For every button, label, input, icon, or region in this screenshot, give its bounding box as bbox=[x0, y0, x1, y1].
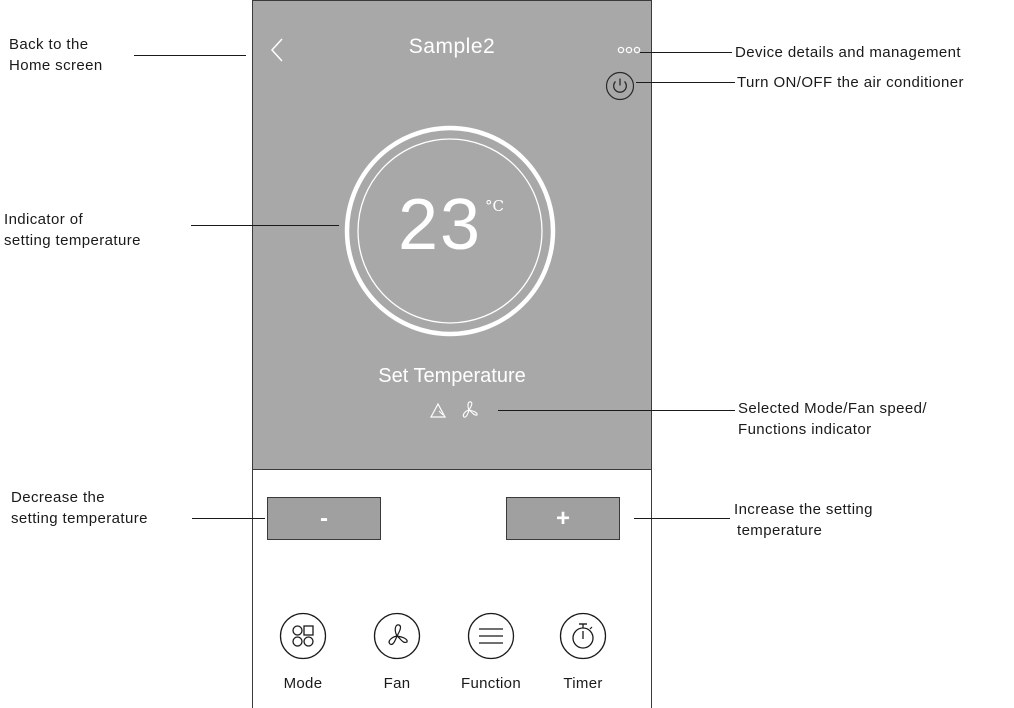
timer-button[interactable] bbox=[559, 612, 607, 660]
timer-label: Timer bbox=[563, 675, 603, 692]
mode-grid-icon bbox=[279, 612, 327, 660]
increase-leader-line bbox=[634, 518, 730, 519]
power-annotation: Turn ON/OFF the air conditioner bbox=[737, 74, 964, 91]
fan-button[interactable] bbox=[373, 612, 421, 660]
mode-triangle-icon bbox=[429, 402, 447, 418]
increase-annotation: Increase the setting temperature bbox=[734, 501, 873, 539]
fan-icon bbox=[373, 612, 421, 660]
details-annotation: Device details and management bbox=[735, 44, 961, 61]
fan-speed-icon bbox=[462, 401, 478, 418]
timer-icon bbox=[559, 612, 607, 660]
back-leader-line bbox=[134, 55, 246, 56]
fan-label: Fan bbox=[383, 675, 411, 692]
back-annotation: Back to the Home screen bbox=[9, 36, 103, 74]
temperature-panel: Sample2 23 °C Set Temperature bbox=[253, 0, 651, 470]
temperature-value: 23 bbox=[398, 185, 483, 265]
set-temperature-label: Set Temperature bbox=[378, 365, 526, 387]
power-leader-line bbox=[636, 82, 735, 83]
mode-label: Mode bbox=[283, 675, 323, 692]
phone-frame: Sample2 23 °C Set Temperature - + Mode F… bbox=[252, 0, 652, 708]
mode-button[interactable] bbox=[279, 612, 327, 660]
function-label: Function bbox=[461, 675, 521, 692]
device-title: Sample2 bbox=[408, 35, 496, 58]
more-options-icon[interactable] bbox=[617, 45, 641, 55]
decrease-leader-line bbox=[192, 518, 265, 519]
increase-temperature-button[interactable]: + bbox=[506, 497, 620, 540]
decrease-annotation: Decrease the setting temperature bbox=[11, 489, 148, 527]
mode-fan-leader-line bbox=[498, 410, 735, 411]
power-button-icon[interactable] bbox=[605, 71, 635, 101]
indicator-annotation: Indicator of setting temperature bbox=[4, 211, 141, 249]
function-button[interactable] bbox=[467, 612, 515, 660]
function-list-icon bbox=[467, 612, 515, 660]
indicator-leader-line bbox=[191, 225, 339, 226]
decrease-temperature-button[interactable]: - bbox=[267, 497, 381, 540]
mode-fan-annotation: Selected Mode/Fan speed/ Functions indic… bbox=[738, 400, 927, 438]
details-leader-line bbox=[640, 52, 732, 53]
temperature-unit: °C bbox=[485, 197, 504, 215]
